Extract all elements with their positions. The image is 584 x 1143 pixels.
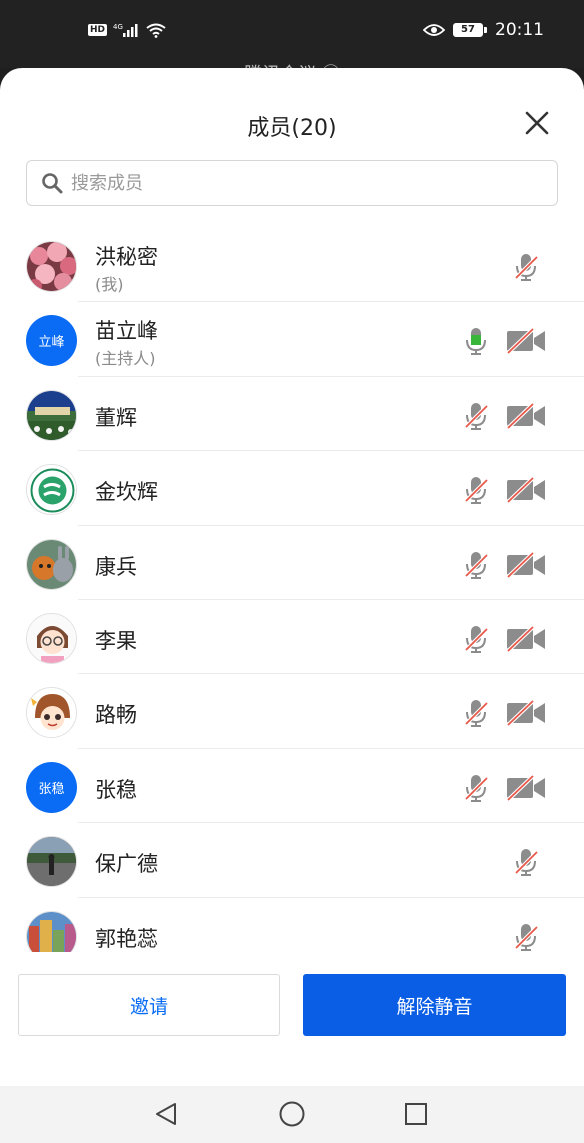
avatar: 立峰 (26, 315, 77, 367)
sheet-title: 成员(20) (247, 116, 337, 141)
member-name: 李果 (95, 628, 137, 653)
member-name: 路畅 (95, 703, 137, 728)
camera-off-icon[interactable] (506, 551, 546, 578)
microphone-muted-icon[interactable] (512, 922, 540, 952)
microphone-muted-icon[interactable] (512, 847, 540, 877)
avatar (26, 241, 77, 292)
svg-text:4G: 4G (113, 23, 123, 31)
member-row[interactable]: 郭艳蕊 (0, 898, 584, 952)
avatar (26, 910, 77, 952)
microphone-muted-icon[interactable] (462, 624, 490, 654)
hd-badge: HD (88, 24, 108, 36)
member-row[interactable]: 路畅 (0, 674, 584, 749)
member-name: 康兵 (95, 554, 137, 579)
status-bar: HD 4G 57 20:11 腾讯会议 ⓘ (0, 0, 584, 72)
camera-off-icon[interactable] (506, 328, 546, 355)
member-row[interactable]: 康兵 (0, 526, 584, 600)
camera-off-icon[interactable] (506, 625, 546, 652)
avatar-initials: 张稳 (38, 781, 65, 797)
members-sheet: 成员(20) 洪秘密 (我) 立峰 苗立峰 (主持人) 董辉金坎辉康兵李果路畅张稳 张稳保广… (0, 68, 584, 1086)
member-row[interactable]: 李果 (0, 600, 584, 675)
avatar: 张稳 (26, 761, 77, 813)
member-row[interactable]: 金坎辉 (0, 451, 584, 526)
eye-icon (423, 24, 445, 36)
avatar-initials: 立峰 (38, 335, 65, 351)
cellular-signal-icon: 4G (113, 23, 138, 37)
avatar (26, 538, 77, 590)
avatar (26, 836, 77, 888)
search-box[interactable] (26, 160, 558, 206)
battery-level: 57 (453, 23, 483, 37)
member-name: 苗立峰 (95, 319, 158, 344)
member-name: 金坎辉 (95, 480, 158, 505)
member-row[interactable]: 保广德 (0, 823, 584, 898)
close-icon[interactable] (524, 110, 550, 136)
clock: 20:11 (495, 20, 544, 40)
microphone-muted-icon[interactable] (512, 252, 540, 282)
member-role: (主持人) (95, 349, 156, 369)
search-input[interactable] (71, 172, 531, 194)
recents-square-icon[interactable] (402, 1100, 430, 1128)
bottom-actions: 邀请 解除静音 (0, 974, 584, 1038)
wifi-icon (146, 23, 166, 38)
microphone-muted-icon[interactable] (462, 773, 490, 803)
home-circle-icon[interactable] (278, 1100, 306, 1128)
member-name: 保广德 (95, 852, 158, 877)
camera-off-icon[interactable] (506, 774, 546, 801)
member-role: (我) (95, 275, 124, 294)
unmute-button[interactable]: 解除静音 (303, 974, 566, 1036)
microphone-muted-icon[interactable] (462, 550, 490, 580)
avatar (26, 464, 77, 516)
camera-off-icon[interactable] (506, 477, 546, 504)
microphone-icon[interactable] (462, 326, 490, 356)
microphone-muted-icon[interactable] (462, 698, 490, 728)
member-name: 洪秘密 (95, 245, 158, 269)
battery-indicator: 57 (453, 23, 487, 37)
avatar (26, 389, 77, 441)
member-row[interactable]: 张稳 张稳 (0, 749, 584, 824)
invite-button[interactable]: 邀请 (18, 974, 280, 1036)
navigation-bar (0, 1086, 584, 1143)
camera-off-icon[interactable] (506, 402, 546, 429)
camera-off-icon[interactable] (506, 700, 546, 727)
member-list: 洪秘密 (我) 立峰 苗立峰 (主持人) 董辉金坎辉康兵李果路畅张稳 张稳保广德郭艳蕊 (0, 228, 584, 952)
avatar (26, 612, 77, 664)
member-row[interactable]: 洪秘密 (我) (0, 228, 584, 303)
microphone-muted-icon[interactable] (462, 401, 490, 431)
back-triangle-icon[interactable] (152, 1100, 180, 1128)
member-row[interactable]: 董辉 (0, 377, 584, 452)
search-icon (42, 173, 63, 194)
member-name: 张稳 (95, 777, 137, 802)
member-row[interactable]: 立峰 苗立峰 (主持人) (0, 302, 584, 377)
member-name: 董辉 (95, 405, 137, 430)
microphone-muted-icon[interactable] (462, 475, 490, 505)
avatar (26, 687, 77, 739)
member-name: 郭艳蕊 (95, 926, 158, 951)
